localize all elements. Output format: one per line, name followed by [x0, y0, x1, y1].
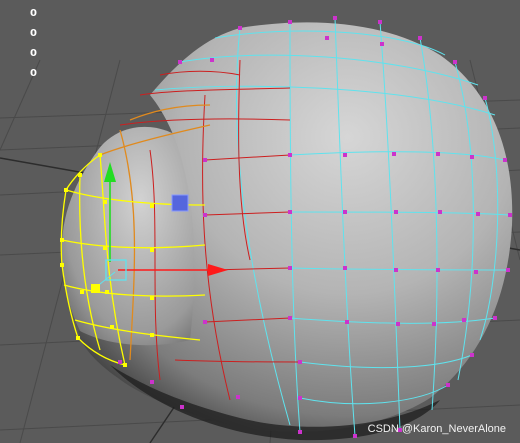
viewport-3d[interactable]	[0, 0, 520, 443]
sphere-mesh[interactable]	[60, 16, 513, 441]
pivot-point[interactable]	[91, 284, 100, 293]
z-axis-handle[interactable]	[171, 194, 189, 212]
